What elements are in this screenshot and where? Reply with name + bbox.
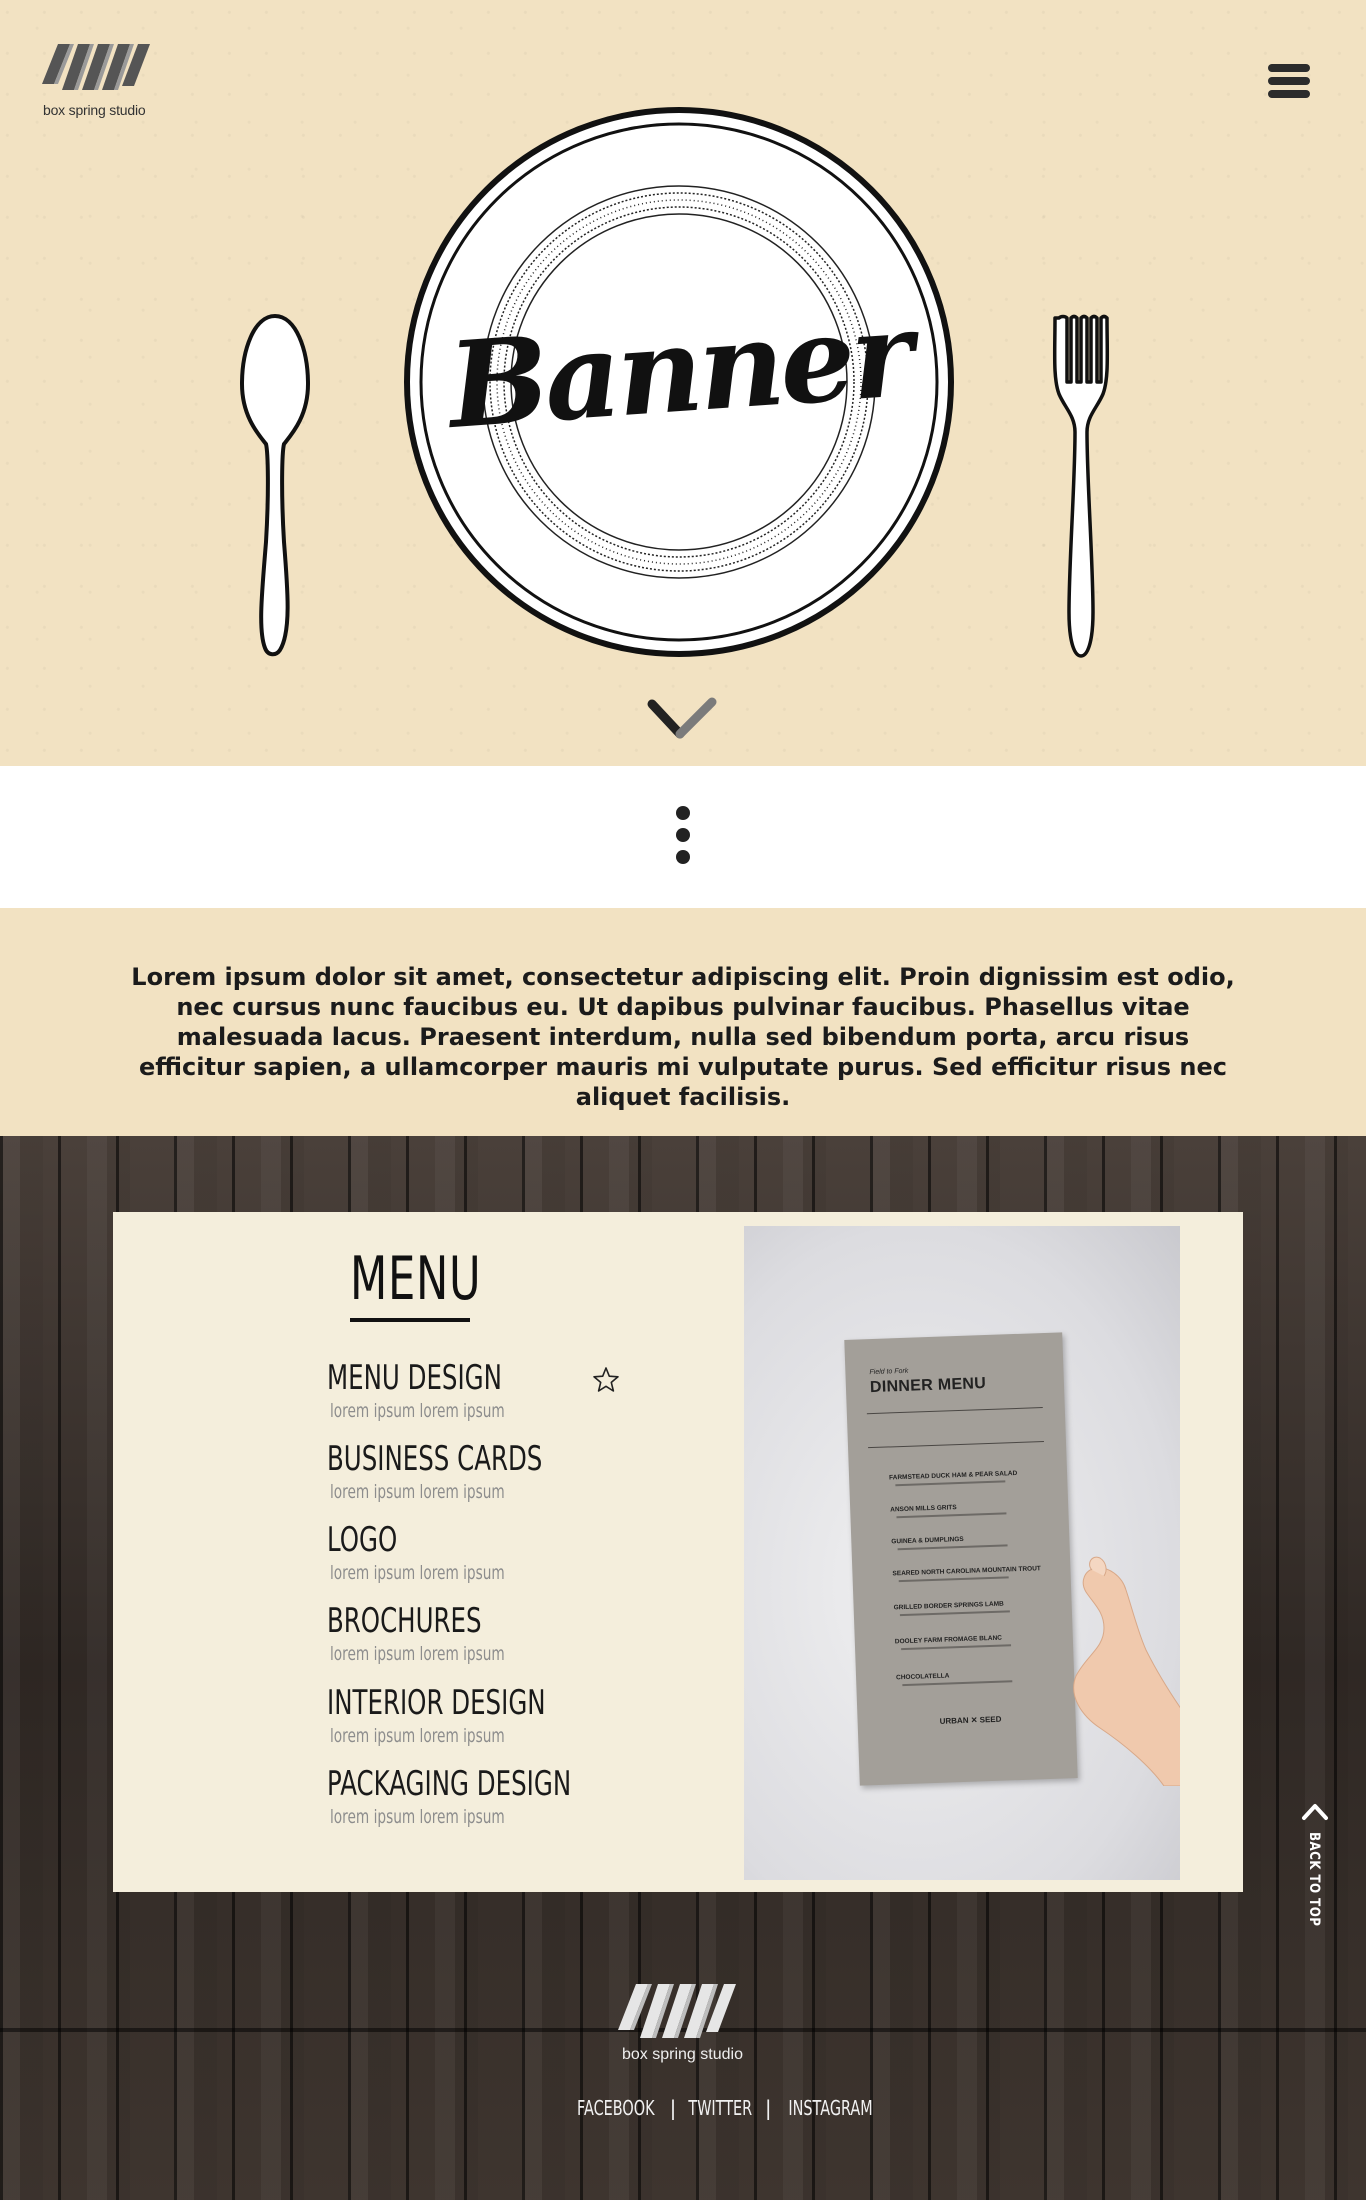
paper-dish-desc	[897, 1544, 1008, 1551]
hamburger-bar	[1268, 77, 1310, 85]
paper-dish: SEARED NORTH CAROLINA MOUNTAIN TROUT	[892, 1565, 1041, 1578]
menu-item-subtitle: lorem ipsum lorem ipsum	[330, 1806, 505, 1828]
dot	[676, 850, 690, 864]
hand-icon	[1073, 1556, 1180, 1786]
dinner-menu-paper: Field to Fork DINNER MENU FARMSTEAD DUCK…	[844, 1332, 1078, 1786]
footer-logo-text: box spring studio	[622, 2046, 743, 2063]
spring-logo-icon	[42, 44, 150, 90]
paper-rule	[866, 1407, 1043, 1415]
paper-dish-desc	[896, 1512, 1007, 1519]
social-separator: |	[669, 2096, 677, 2120]
paper-dish: DOOLEY FARM FROMAGE BLANC	[894, 1634, 1003, 1646]
paper-dish: CHOCOLATELLA	[895, 1672, 950, 1682]
menu-item-label: INTERIOR DESIGN	[327, 1683, 546, 1723]
facebook-link[interactable]: FACEBOOK	[577, 2096, 654, 2120]
back-to-top-label: BACK TO TOP	[1306, 1832, 1322, 1927]
chevron-up-icon	[1302, 1804, 1328, 1820]
paper-dish-desc	[901, 1644, 1012, 1651]
social-separator: |	[764, 2096, 772, 2120]
paper-dish-desc	[899, 1610, 1010, 1617]
menu-item-label: BROCHURES	[327, 1601, 482, 1641]
dot	[676, 806, 690, 820]
paper-dish: ANSON MILLS GRITS	[890, 1504, 957, 1514]
paper-brand: URBAN ✕ SEED	[939, 1714, 1002, 1726]
paper-dish: GUINEA & DUMPLINGS	[891, 1535, 964, 1546]
back-to-top-button[interactable]: BACK TO TOP	[1300, 1798, 1330, 1926]
paper-rule	[868, 1441, 1044, 1449]
hamburger-bar	[1268, 90, 1310, 98]
spring-logo-icon	[618, 1984, 736, 2038]
menu-item-label: PACKAGING DESIGN	[327, 1764, 572, 1804]
studio-logo[interactable]: box spring studio	[40, 38, 160, 122]
menu-title: MENU	[350, 1244, 482, 1314]
paper-dish: GRILLED BORDER SPRINGS LAMB	[893, 1600, 1004, 1612]
paper-dish-desc	[902, 1680, 1013, 1687]
intro-text: Lorem ipsum dolor sit amet, consectetur …	[131, 963, 1235, 1111]
dot	[676, 828, 690, 842]
chevron-down-icon[interactable]	[646, 696, 722, 744]
menu-item-subtitle: lorem ipsum lorem ipsum	[330, 1481, 505, 1503]
paper-dish-desc	[898, 1576, 1009, 1583]
menu-item-interior-design[interactable]: INTERIOR DESIGN lorem ipsum lorem ipsum	[327, 1683, 667, 1755]
menu-item-subtitle: lorem ipsum lorem ipsum	[330, 1562, 505, 1584]
paper-dish-desc	[895, 1480, 1006, 1487]
hamburger-icon	[1268, 64, 1310, 72]
menu-item-label: MENU DESIGN	[327, 1358, 502, 1398]
menu-item-label: BUSINESS CARDS	[327, 1439, 543, 1479]
footer-logo[interactable]: box spring studio	[614, 1976, 754, 2068]
menu-item-subtitle: lorem ipsum lorem ipsum	[330, 1400, 505, 1422]
hamburger-menu-button[interactable]	[1268, 64, 1310, 98]
menu-item-brochures[interactable]: BROCHURES lorem ipsum lorem ipsum	[327, 1601, 667, 1673]
paper-title: DINNER MENU	[869, 1375, 987, 1397]
spoon-icon	[239, 313, 311, 657]
paper-kicker: Field to Fork	[869, 1367, 909, 1377]
menu-item-packaging-design[interactable]: PACKAGING DESIGN lorem ipsum lorem ipsum	[327, 1764, 667, 1836]
twitter-link[interactable]: TWITTER	[689, 2096, 753, 2120]
menu-item-label: LOGO	[327, 1520, 398, 1560]
fork-icon	[1052, 314, 1110, 658]
vertical-dots-icon[interactable]	[672, 806, 694, 870]
studio-logo-text: box spring studio	[43, 102, 146, 118]
instagram-link[interactable]: INSTAGRAM	[788, 2096, 872, 2120]
menu-item-business-cards[interactable]: BUSINESS CARDS lorem ipsum lorem ipsum	[327, 1439, 667, 1511]
social-links: FACEBOOK | TWITTER | INSTAGRAM	[562, 2096, 872, 2120]
menu-item-subtitle: lorem ipsum lorem ipsum	[330, 1725, 505, 1747]
star-icon[interactable]	[592, 1366, 620, 1394]
menu-photo: Field to Fork DINNER MENU FARMSTEAD DUCK…	[744, 1226, 1180, 1880]
menu-item-logo[interactable]: LOGO lorem ipsum lorem ipsum	[327, 1520, 667, 1592]
menu-item-subtitle: lorem ipsum lorem ipsum	[330, 1643, 505, 1665]
menu-title-underline	[350, 1318, 470, 1322]
